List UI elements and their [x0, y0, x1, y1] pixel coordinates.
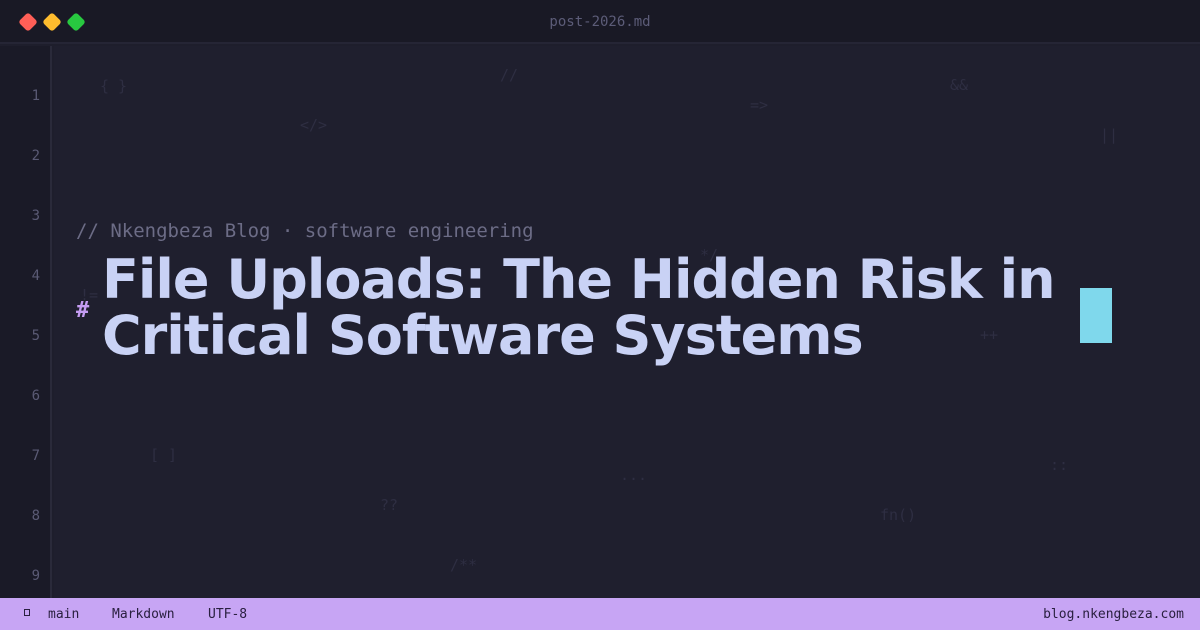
line-number: 1 [31, 88, 40, 104]
file-encoding[interactable]: UTF-8 [208, 607, 247, 622]
background-code-glyph: fn() [880, 506, 917, 524]
language-mode[interactable]: Markdown [112, 607, 175, 622]
title-bar: post-2026.md [0, 0, 1200, 44]
background-code-glyph: /** [450, 556, 478, 574]
branch-icon [24, 609, 30, 616]
window-title: post-2026.md [549, 14, 651, 30]
line-number: 5 [31, 328, 40, 344]
line-number: 3 [31, 208, 40, 224]
background-code-glyph: </> [300, 116, 328, 134]
line-number-gutter: 1 2 3 4 5 6 7 8 9 [0, 46, 52, 598]
background-code-glyph: [ ] [150, 446, 178, 464]
line-number: 7 [31, 448, 40, 464]
line-number: 9 [31, 568, 40, 584]
background-code-glyph: :: [1050, 456, 1069, 474]
editor-area[interactable]: { } // => && </> || */ != ++ [ ] ... :: … [54, 46, 1200, 598]
site-url: blog.nkengbeza.com [1043, 607, 1184, 622]
branch-name[interactable]: main [48, 607, 79, 622]
line-number: 8 [31, 508, 40, 524]
background-code-glyph: { } [100, 77, 128, 95]
blog-comment-line: // Nkengbeza Blog · software engineering [76, 220, 534, 242]
text-cursor [1080, 288, 1112, 343]
background-code-glyph: && [950, 76, 969, 94]
background-code-glyph: => [750, 96, 769, 114]
background-code-glyph: // [500, 66, 519, 84]
background-code-glyph: ?? [380, 496, 399, 514]
background-code-glyph: ... [620, 466, 648, 484]
status-bar: main Markdown UTF-8 blog.nkengbeza.com [0, 598, 1200, 630]
line-number: 6 [31, 388, 40, 404]
line-number: 4 [31, 268, 40, 284]
post-heading: File Uploads: The Hidden Risk in Critica… [102, 248, 1056, 367]
background-code-glyph: || [1100, 126, 1119, 144]
line-number: 2 [31, 148, 40, 164]
markdown-heading-marker: # [76, 298, 90, 323]
